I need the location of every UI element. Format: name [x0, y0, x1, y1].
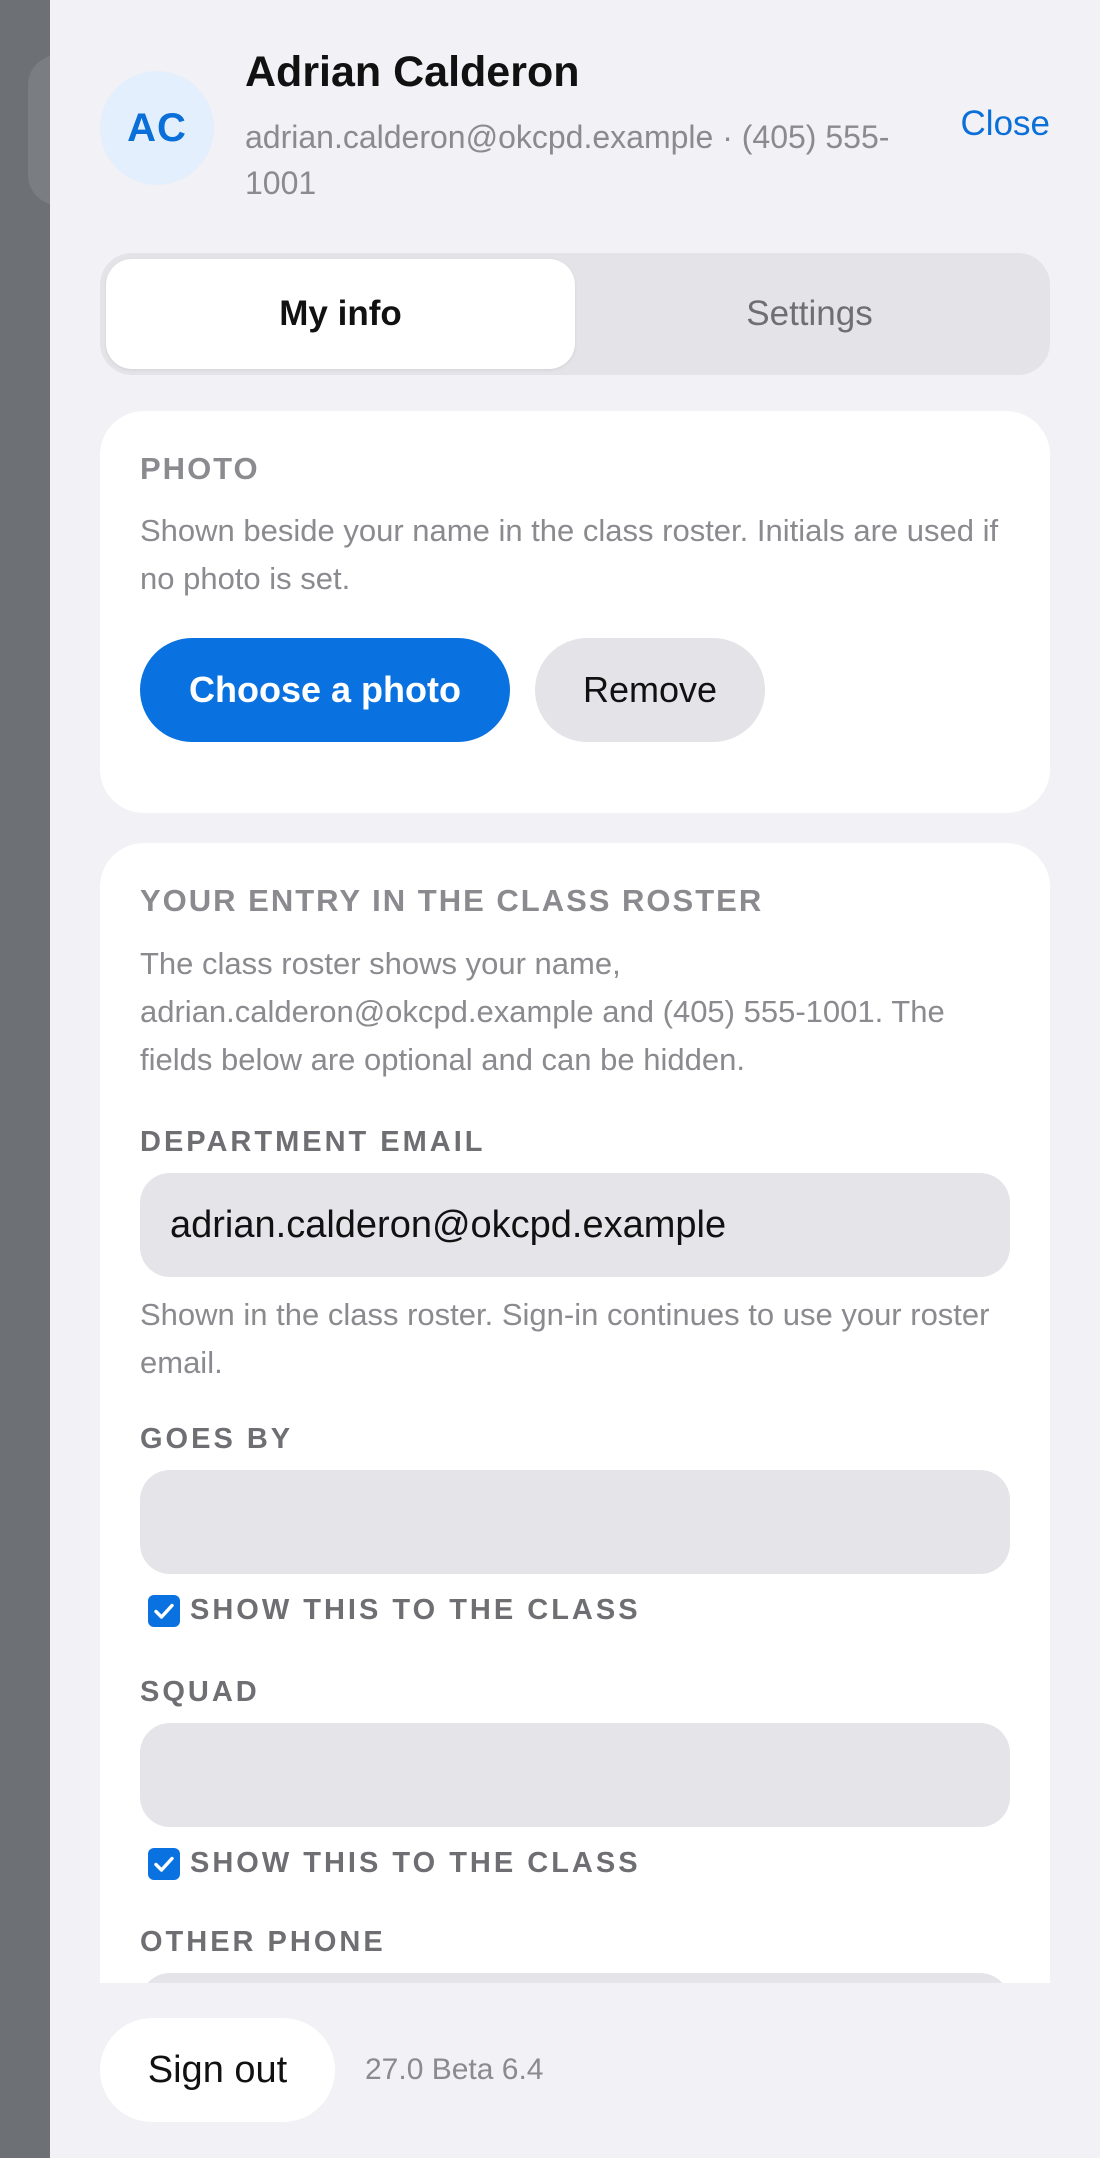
goes-by-label: GOES BY [140, 1423, 294, 1455]
checkmark-icon [154, 1603, 174, 1619]
department-email-helper: Shown in the class roster. Sign-in conti… [140, 1297, 990, 1380]
photo-card: PHOTO Shown beside your name in the clas… [100, 411, 1050, 813]
roster-card: YOUR ENTRY IN THE CLASS ROSTER The class… [100, 843, 1050, 2143]
choose-photo-button[interactable]: Choose a photo [140, 638, 510, 742]
other-phone-label: OTHER PHONE [140, 1926, 386, 1958]
tab-settings[interactable]: Settings [575, 259, 1044, 369]
goes-by-show-label: SHOW THIS TO THE CLASS [190, 1594, 641, 1626]
checkmark-icon [154, 1856, 174, 1872]
avatar: AC [100, 71, 214, 185]
tab-my-info[interactable]: My info [106, 259, 575, 369]
avatar-initials: AC [127, 105, 187, 150]
roster-section-description: The class roster shows your name, adrian… [140, 946, 945, 1077]
user-name: Adrian Calderon [245, 48, 580, 96]
goes-by-show-toggle[interactable]: SHOW THIS TO THE CLASS [148, 1594, 641, 1627]
photo-section-title: PHOTO [140, 451, 260, 486]
profile-sheet: AC Adrian Calderon adrian.calderon@okcpd… [50, 0, 1100, 2158]
sign-out-button[interactable]: Sign out [100, 2018, 335, 2122]
footer-bar: Sign out 27.0 Beta 6.4 [50, 1983, 1100, 2158]
squad-show-toggle[interactable]: SHOW THIS TO THE CLASS [148, 1847, 641, 1880]
department-email-field[interactable] [140, 1173, 1010, 1277]
remove-photo-button[interactable]: Remove [535, 638, 765, 742]
user-contact: adrian.calderon@okcpd.example · (405) 55… [245, 119, 890, 201]
version-label: 27.0 Beta 6.4 [365, 2053, 544, 2086]
goes-by-field[interactable] [140, 1470, 1010, 1574]
goes-by-show-checkbox[interactable] [148, 1594, 180, 1627]
close-button[interactable]: Close [961, 104, 1050, 144]
photo-section-description: Shown beside your name in the class rost… [140, 513, 999, 596]
roster-section-title: YOUR ENTRY IN THE CLASS ROSTER [140, 883, 764, 918]
tab-switcher: My info Settings [100, 253, 1050, 375]
squad-show-label: SHOW THIS TO THE CLASS [190, 1847, 641, 1879]
squad-label: SQUAD [140, 1676, 260, 1708]
squad-field[interactable] [140, 1723, 1010, 1827]
squad-show-checkbox[interactable] [148, 1847, 180, 1880]
department-email-label: DEPARTMENT EMAIL [140, 1126, 486, 1158]
